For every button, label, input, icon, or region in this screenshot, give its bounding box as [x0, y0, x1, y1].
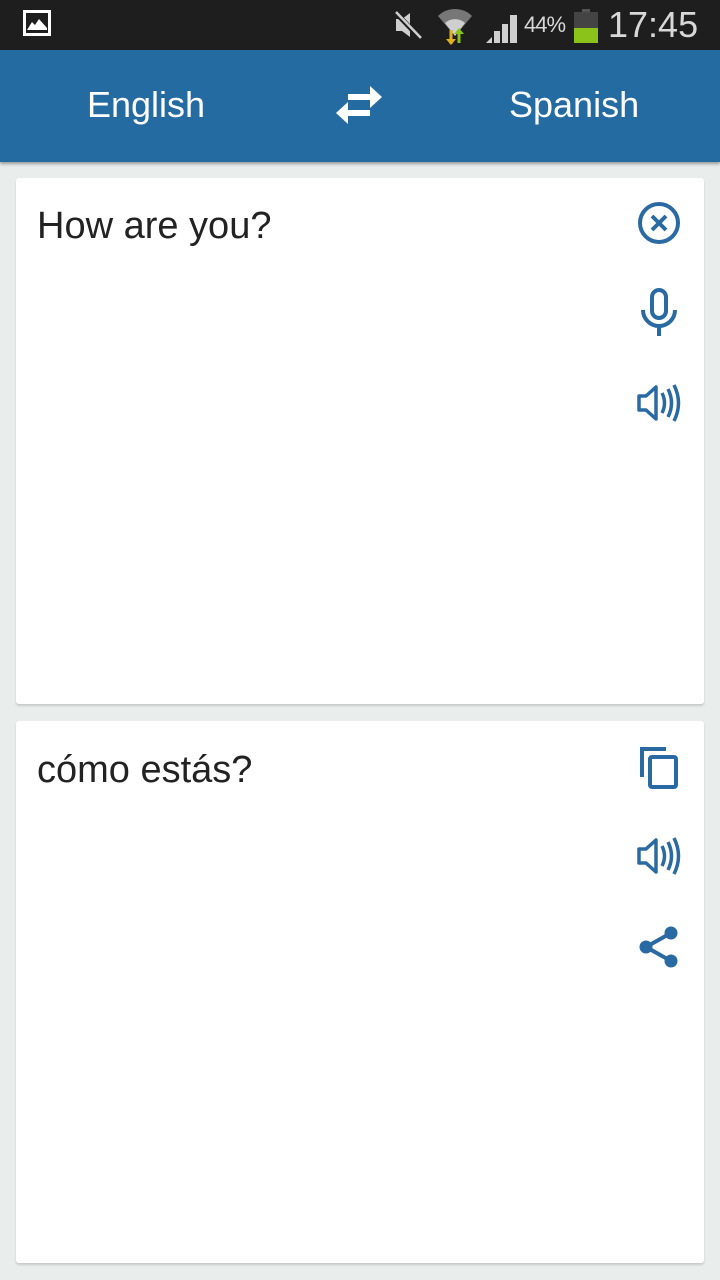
- battery-percent: 44%: [524, 12, 566, 37]
- speaker-icon: [637, 384, 681, 422]
- copy-icon: [640, 747, 678, 789]
- translated-text: cómo estás?: [37, 749, 253, 791]
- clear-icon: [638, 202, 680, 244]
- source-language-selector[interactable]: English: [87, 84, 205, 126]
- speaker-icon: [637, 837, 681, 875]
- app-bar: English Spanish: [0, 50, 720, 162]
- copy-button[interactable]: [634, 742, 684, 792]
- clock: 17:45: [608, 4, 699, 45]
- gallery-notification-icon: [23, 10, 51, 36]
- microphone-icon: [641, 288, 677, 336]
- share-icon: [639, 926, 678, 968]
- mute-icon: [393, 10, 422, 40]
- signal-icon: [486, 15, 517, 43]
- status-bar: 44% 17:45: [0, 0, 720, 50]
- wifi-icon: [438, 8, 472, 45]
- source-text-card: How are you?: [16, 178, 704, 704]
- translation-speak-button[interactable]: [634, 831, 684, 881]
- translation-card: cómo estás?: [16, 721, 704, 1263]
- source-text-input[interactable]: How are you?: [37, 205, 271, 248]
- source-speak-button[interactable]: [634, 378, 684, 428]
- share-button[interactable]: [634, 922, 684, 972]
- battery-icon: [574, 9, 598, 43]
- target-language-selector[interactable]: Spanish: [509, 84, 639, 126]
- swap-languages-icon[interactable]: [334, 84, 384, 128]
- clear-button[interactable]: [634, 198, 684, 248]
- microphone-button[interactable]: [634, 288, 684, 338]
